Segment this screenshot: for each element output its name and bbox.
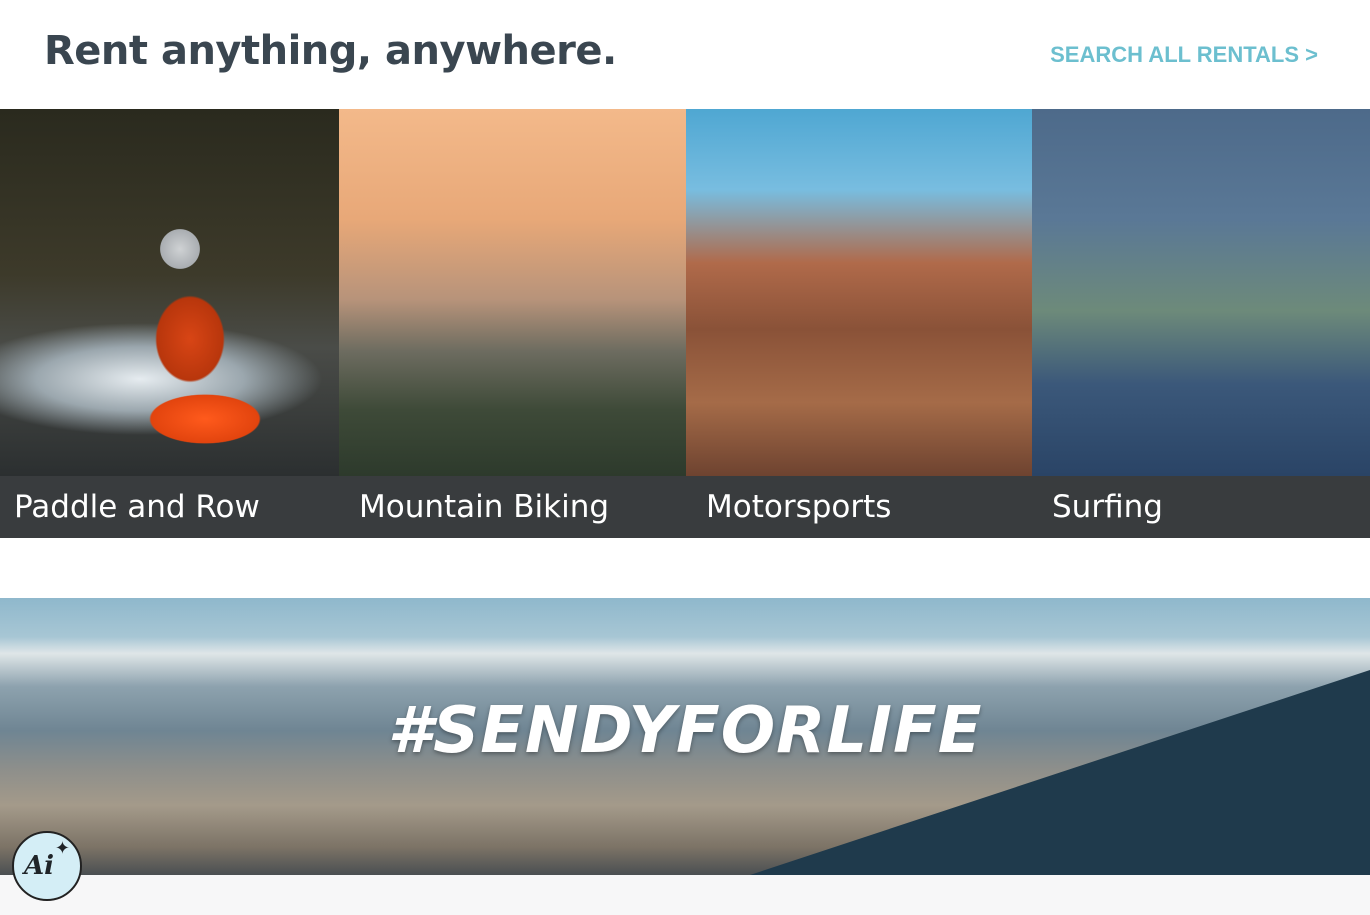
category-label: Motorsports [686,476,1032,538]
page-bottom-strip [0,875,1370,915]
banner-hashtag: #SENDYFORLIFE [387,694,983,768]
category-tile-surfing[interactable]: Surfing [1032,109,1370,538]
category-tile-mountain-biking[interactable]: Mountain Biking [339,109,686,538]
ai-assistant-button[interactable]: Ai ✦ [12,831,82,901]
category-label: Surfing [1032,476,1370,538]
sendy-banner: #SENDYFORLIFE [0,598,1370,875]
surfing-photo [1032,109,1370,476]
category-tile-paddle-and-row[interactable]: Paddle and Row [0,109,339,538]
mountain-bike-photo [339,109,686,476]
category-tile-motorsports[interactable]: Motorsports [686,109,1032,538]
kayak-photo [0,109,339,476]
page: Rent anything, anywhere. SEARCH ALL RENT… [0,0,1370,915]
sparkle-icon: ✦ [54,838,70,858]
category-label: Mountain Biking [339,476,686,538]
header: Rent anything, anywhere. SEARCH ALL RENT… [0,0,1370,109]
search-all-rentals-link[interactable]: SEARCH ALL RENTALS > [1050,42,1318,68]
category-label: Paddle and Row [0,476,339,538]
category-tiles: Paddle and Row Mountain Biking Motorspor… [0,109,1370,538]
ai-button-label: Ai [24,851,55,881]
page-title: Rent anything, anywhere. [44,28,617,74]
motorsports-photo [686,109,1032,476]
